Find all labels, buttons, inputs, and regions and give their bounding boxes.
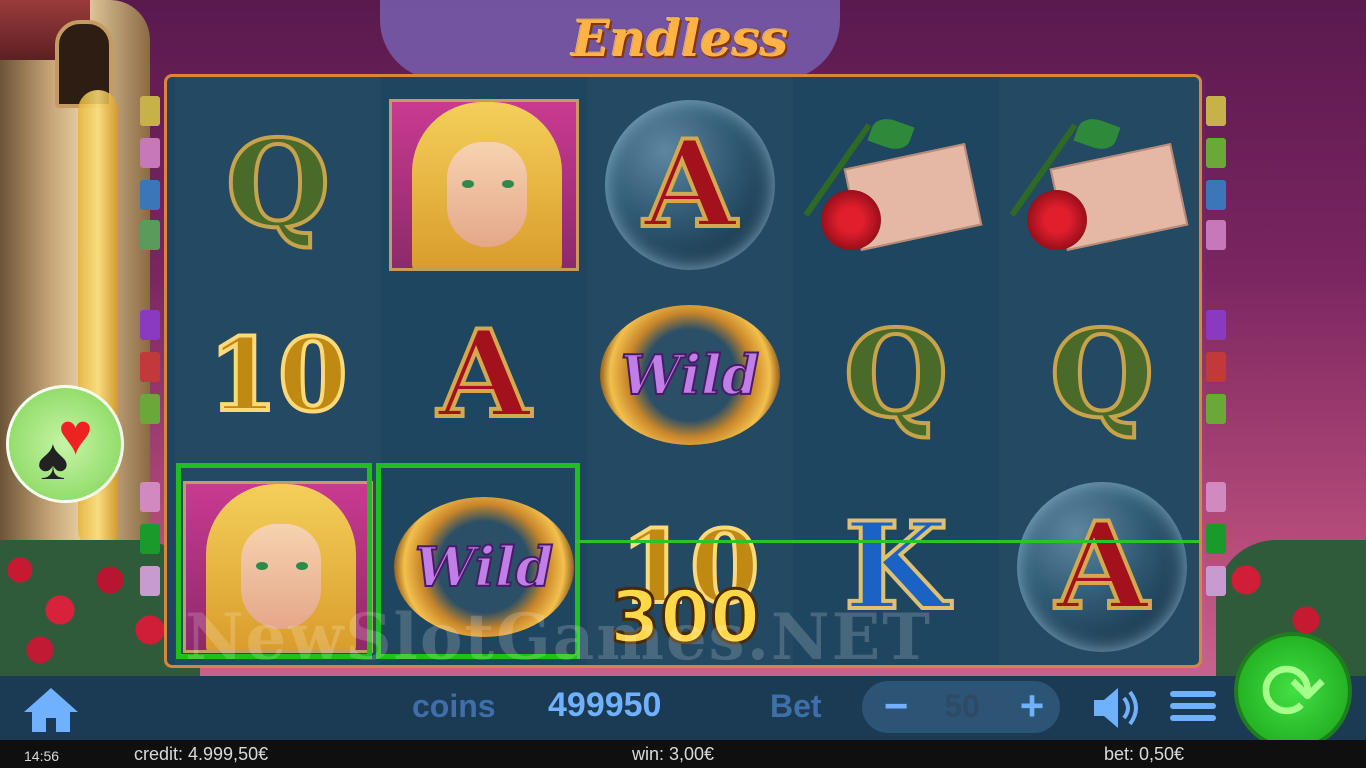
payline-tab xyxy=(140,138,160,168)
bet-label: Bet xyxy=(770,688,822,724)
home-button[interactable] xyxy=(22,686,80,734)
payline-tab xyxy=(1206,96,1226,126)
win-display: win: 3,00€ xyxy=(632,744,715,764)
payline-tab xyxy=(1206,482,1226,512)
payline-tab xyxy=(1206,524,1226,554)
payline-tab xyxy=(1206,352,1226,382)
symbol-wild: Wild xyxy=(587,277,793,473)
symbol-q: Q xyxy=(842,304,951,445)
payline-tab xyxy=(1206,180,1226,210)
payline-tab xyxy=(1206,220,1226,250)
symbol-q: Q xyxy=(224,114,333,255)
payline-tab xyxy=(140,96,160,126)
symbol-letter-rose xyxy=(793,87,999,283)
rapunzel-portrait xyxy=(389,99,579,271)
payline-tab xyxy=(140,310,160,340)
gamble-button[interactable]: ♠ ♥ xyxy=(6,385,124,503)
symbol-a-bubble: A xyxy=(999,469,1205,665)
spin-icon: ⟳ xyxy=(1259,646,1327,736)
home-icon xyxy=(24,688,78,732)
status-bar: 14:56 credit: 4.999,50€ win: 3,00€ bet: … xyxy=(0,740,1366,768)
watermark-logo: NewSlotGames.NET xyxy=(185,600,932,675)
payline-tab xyxy=(1206,566,1226,596)
menu-button[interactable] xyxy=(1170,686,1216,730)
symbol-a-bubble: A xyxy=(587,87,793,283)
bet-display: bet: 0,50€ xyxy=(1104,744,1185,764)
reel-4: Q K xyxy=(793,77,999,665)
heart-icon: ♥ xyxy=(58,401,93,467)
symbol-letter-rose xyxy=(999,87,1205,283)
coins-label: coins xyxy=(412,688,496,724)
symbol-q: Q xyxy=(1048,304,1157,445)
clock: 14:56 xyxy=(24,748,60,764)
payline-tab xyxy=(140,524,160,554)
symbol-portrait xyxy=(381,87,587,283)
control-bar xyxy=(0,676,1366,740)
payline-tab xyxy=(1206,138,1226,168)
symbol-a: A xyxy=(435,304,532,445)
payline-tab xyxy=(140,394,160,424)
reel-5: Q A xyxy=(999,77,1205,665)
payline-tab xyxy=(140,566,160,596)
sound-icon xyxy=(1094,688,1138,728)
menu-icon xyxy=(1170,691,1216,721)
payline-tab xyxy=(1206,310,1226,340)
payline-tab xyxy=(1206,394,1226,424)
symbol-10: 10 xyxy=(206,316,349,434)
credit-display: credit: 4.999,50€ xyxy=(134,744,269,764)
payline-tab xyxy=(140,482,160,512)
spin-button[interactable]: ⟳ xyxy=(1234,632,1352,750)
coins-value: 499950 xyxy=(548,686,662,724)
bet-increase-button[interactable]: + xyxy=(1010,684,1054,728)
sound-button[interactable] xyxy=(1092,686,1144,730)
game-title-logo: Endless Hair xyxy=(571,9,789,138)
bet-value: 50 xyxy=(944,688,980,724)
payline-tab xyxy=(140,220,160,250)
winning-payline xyxy=(575,540,1199,543)
payline-tab xyxy=(140,352,160,382)
payline-tab xyxy=(140,180,160,210)
bet-decrease-button[interactable]: − xyxy=(876,684,916,728)
